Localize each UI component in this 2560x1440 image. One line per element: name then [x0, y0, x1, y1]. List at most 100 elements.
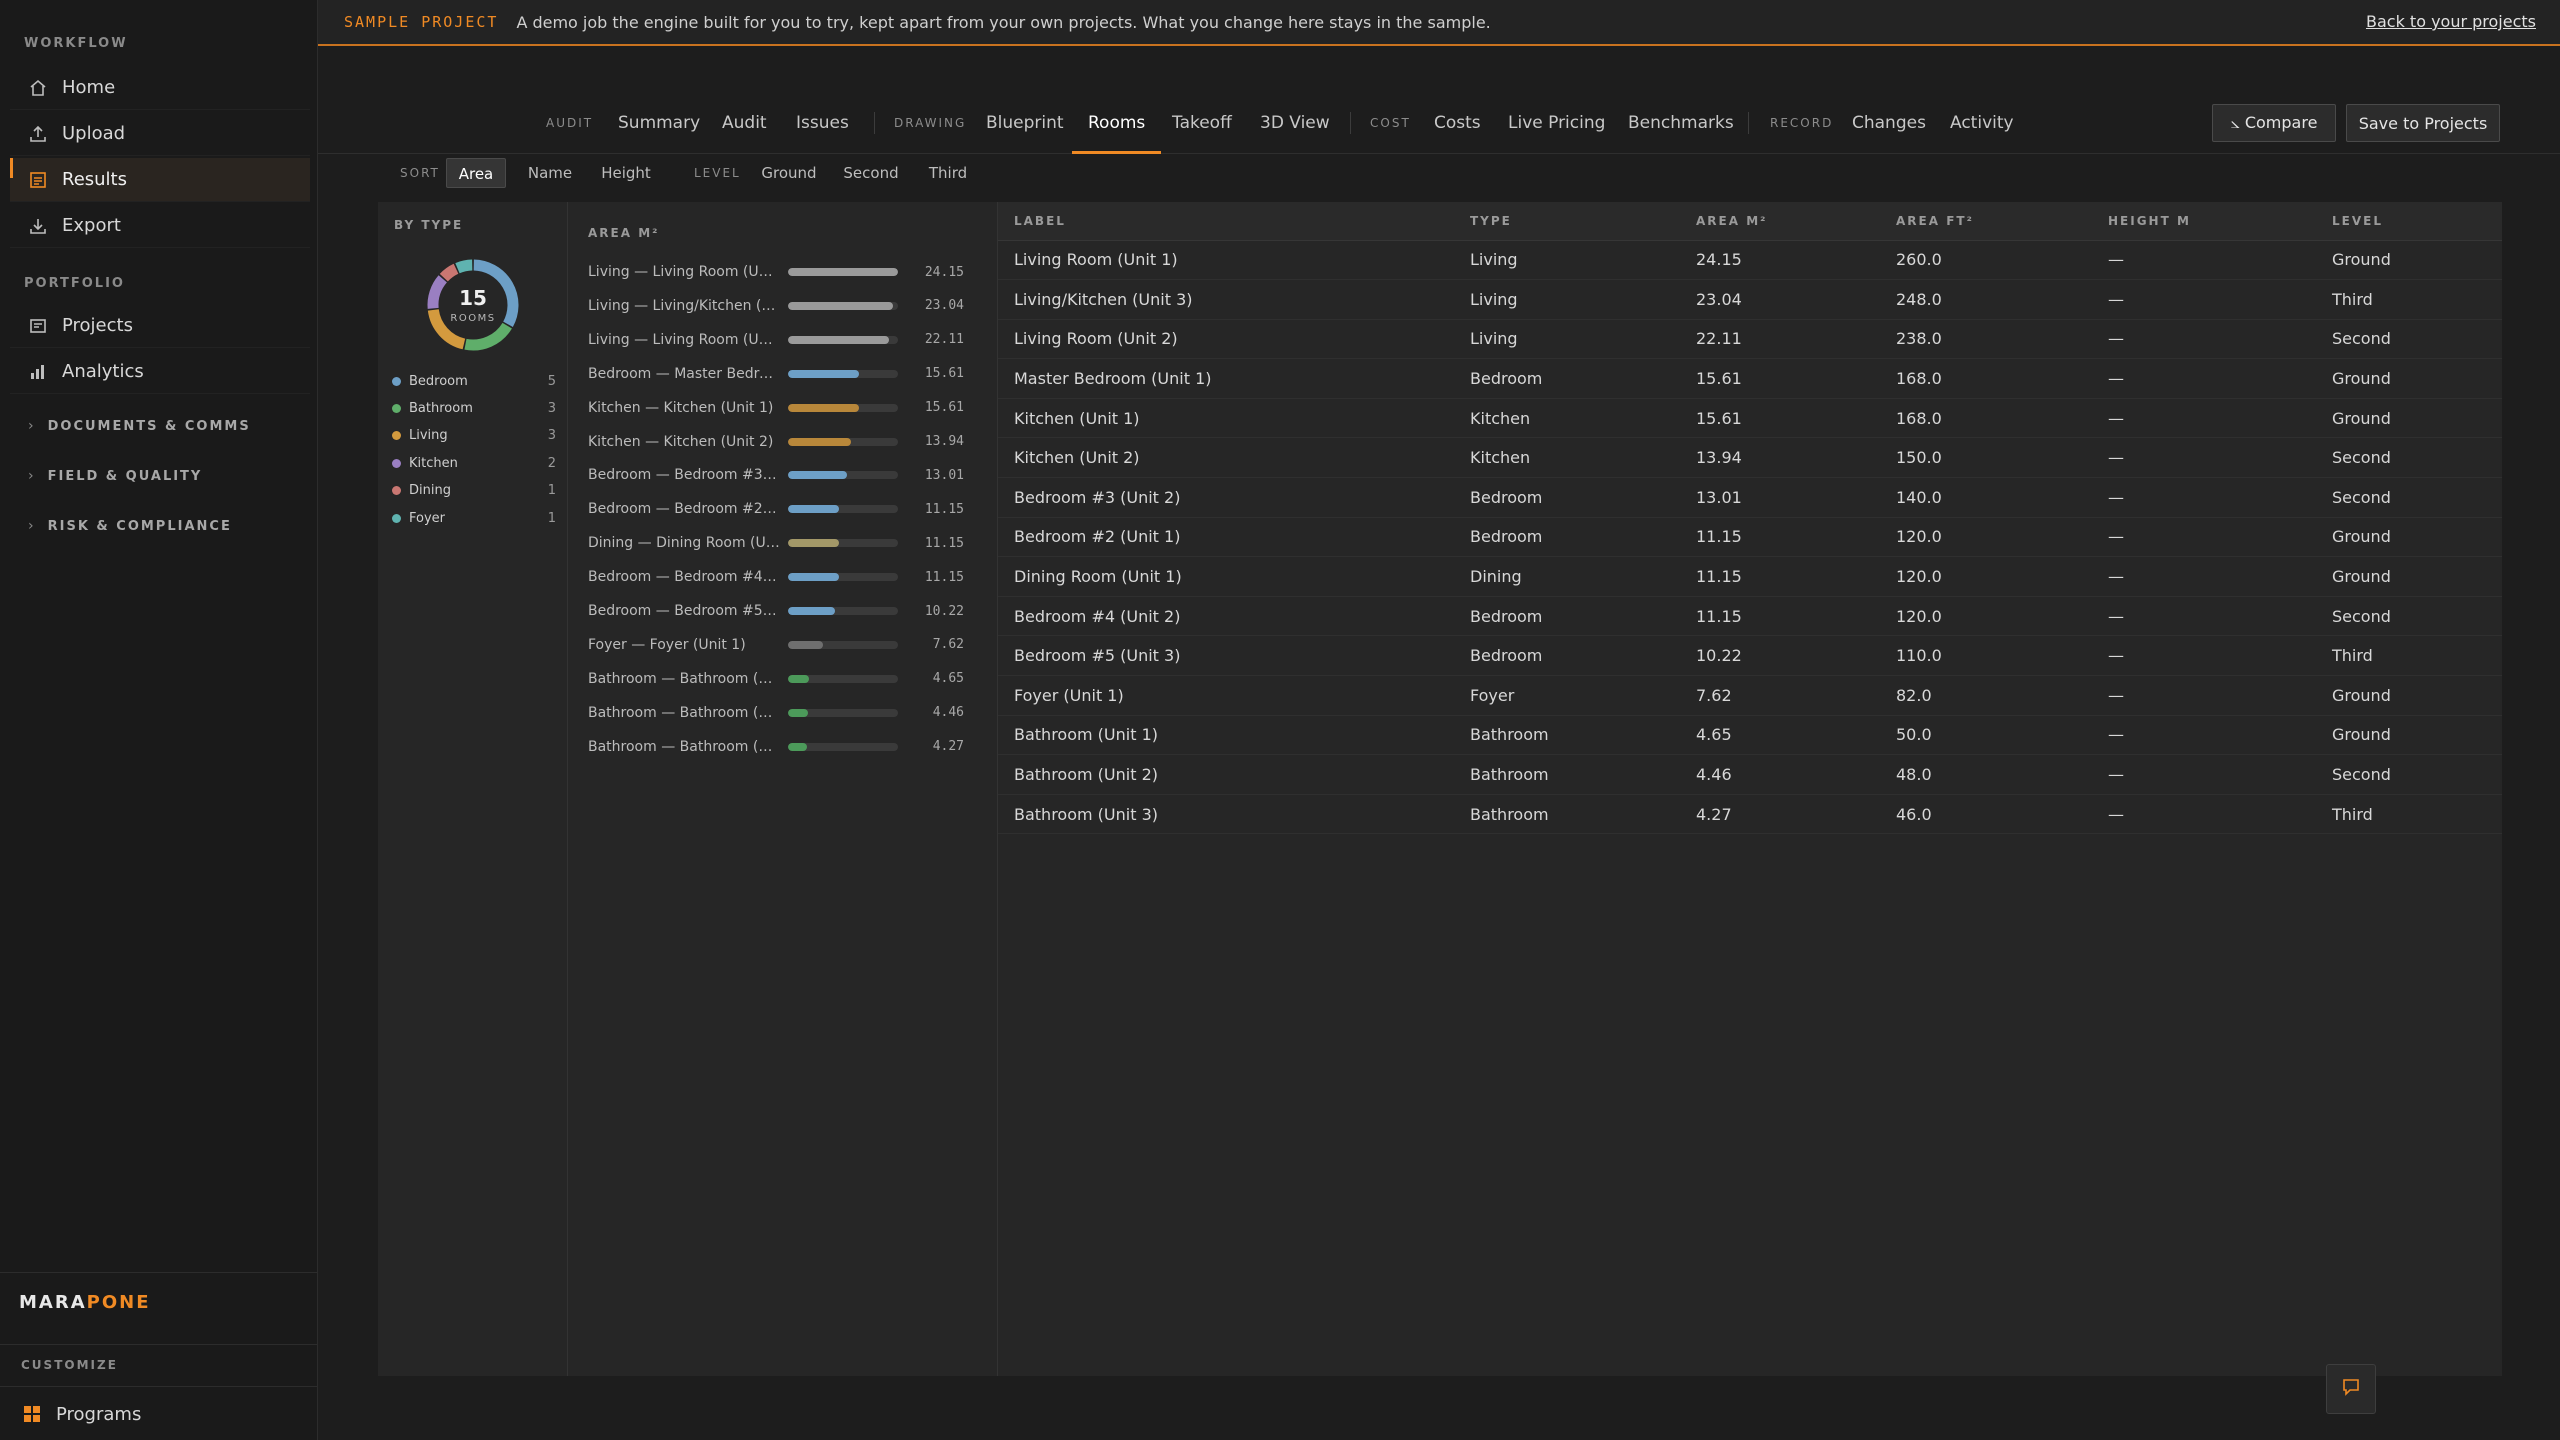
table-cell: Bedroom	[1454, 517, 1680, 558]
area-bar-row: Living — Living/Kitchen (Unit 3) 23.04	[568, 294, 998, 318]
level-third-button[interactable]: Third	[916, 158, 980, 188]
tab-summary[interactable]: Summary	[618, 92, 700, 154]
table-cell: —	[2092, 319, 2316, 360]
sidebar-item-results[interactable]: Results	[10, 158, 310, 202]
rooms-panel: BY TYPE 15 ROOMS Bedroom 5 Bathroom 3 Living…	[378, 202, 2502, 1376]
table-row[interactable]: Bedroom #3 (Unit 2) Bedroom 13.01 140.0— Sec…	[998, 477, 2502, 518]
sidebar-item-programs[interactable]: Programs	[4, 1392, 304, 1436]
donut-segment	[464, 322, 512, 351]
column-header[interactable]: TYPE	[1454, 202, 1680, 241]
table-cell: —	[2092, 675, 2316, 716]
column-header[interactable]: LEVEL	[2316, 202, 2502, 241]
tab-3d-view[interactable]: 3D View	[1260, 92, 1330, 154]
divider	[1350, 112, 1351, 134]
sort-area-button[interactable]: Area	[446, 158, 506, 188]
tab-takeoff[interactable]: Takeoff	[1172, 92, 1232, 154]
table-cell: —	[2092, 517, 2316, 558]
area-bar-track	[788, 674, 898, 683]
table-cell: Bathroom	[1454, 794, 1680, 835]
area-bar-value: 11.15	[924, 501, 964, 517]
table-row[interactable]: Dining Room (Unit 1) Dining 11.15 120.0— Gro…	[998, 556, 2502, 597]
area-bar-label: Bedroom — Master Bedroom (Unit 1)	[588, 365, 780, 382]
legend-count: 3	[547, 428, 556, 444]
table-row[interactable]: Kitchen (Unit 1) Kitchen 15.61 168.0— Ground	[998, 398, 2502, 439]
table-row[interactable]: Bedroom #5 (Unit 3) Bedroom 10.22 110.0— Thi…	[998, 635, 2502, 677]
tab-group-audit: AUDIT	[546, 116, 594, 130]
level-ground-button[interactable]: Ground	[754, 158, 824, 188]
table-cell: —	[2092, 477, 2316, 518]
column-header[interactable]: LABEL	[998, 202, 1454, 241]
column-header[interactable]: AREA M²	[1680, 202, 1880, 241]
sidebar-item-upload[interactable]: Upload	[10, 112, 310, 156]
sidebar-item-projects[interactable]: Projects	[10, 304, 310, 348]
table-row[interactable]: Master Bedroom (Unit 1) Bedroom 15.61 168.0…	[998, 358, 2502, 399]
sort-height-button[interactable]: Height	[594, 158, 658, 188]
area-bar-fill	[788, 573, 839, 582]
compare-button[interactable]: ⦣ Compare	[2212, 104, 2336, 142]
table-cell: Bedroom	[1454, 477, 1680, 518]
tab-live-pricing[interactable]: Live Pricing	[1508, 92, 1605, 154]
table-cell: Kitchen (Unit 2)	[998, 437, 1454, 479]
area-bar-label: Bedroom — Bedroom #5 (Unit 3)	[588, 603, 780, 619]
area-bar-fill	[788, 268, 898, 276]
table-cell: Bedroom #5 (Unit 3)	[998, 635, 1454, 677]
portfolio-section-label: PORTFOLIO	[24, 276, 125, 291]
area-bar-label: Kitchen — Kitchen (Unit 1)	[588, 399, 774, 416]
table-cell: 168.0	[1880, 398, 2092, 439]
level-second-button[interactable]: Second	[836, 158, 906, 188]
column-header[interactable]: HEIGHT M	[2092, 202, 2316, 241]
sidebar-item-export[interactable]: Export	[10, 204, 310, 248]
save-to-projects-button[interactable]: Save to Projects	[2346, 104, 2500, 142]
table-row[interactable]: Bathroom (Unit 3) Bathroom 4.27 46.0— Third	[998, 794, 2502, 835]
tab-rooms[interactable]: Rooms	[1071, 92, 1162, 154]
tab-changes[interactable]: Changes	[1852, 92, 1926, 154]
table-row[interactable]: Living Room (Unit 2) Living 22.11 238.0— Sec…	[998, 319, 2502, 360]
collapsible-field-quality[interactable]: › FIELD & QUALITY	[28, 468, 202, 484]
table-cell: Third	[2316, 794, 2502, 835]
table-cell: 22.11	[1680, 319, 1880, 360]
sidebar-item-analytics[interactable]: Analytics	[10, 350, 310, 394]
table-row[interactable]: Bathroom (Unit 2) Bathroom 4.46 48.0— Second	[998, 754, 2502, 795]
tab-audit[interactable]: Audit	[722, 92, 767, 154]
table-row[interactable]: Kitchen (Unit 2) Kitchen 13.94 150.0— Second	[998, 437, 2502, 479]
sidebar-item-label: Analytics	[62, 361, 144, 382]
rooms-by-type-donut: 15 ROOMS	[427, 259, 519, 351]
banner-text: A demo job the engine built for you to t…	[516, 12, 1491, 32]
sidebar-item-label: Programs	[56, 1403, 142, 1425]
collapsible-documents-comms[interactable]: › DOCUMENTS & COMMS	[28, 418, 251, 434]
table-row[interactable]: Bedroom #4 (Unit 2) Bedroom 11.15 120.0— Sec…	[998, 596, 2502, 637]
sidebar-item-label: Export	[62, 215, 121, 236]
table-row[interactable]: Foyer (Unit 1) Foyer 7.62 82.0— Ground	[998, 675, 2502, 716]
projects-icon	[28, 316, 48, 336]
table-cell: —	[2092, 437, 2316, 479]
area-bar-fill	[788, 403, 860, 412]
table-cell: Foyer (Unit 1)	[998, 675, 1454, 716]
table-row[interactable]: Living Room (Unit 1) Living 24.15 260.0— Gro…	[998, 240, 2502, 281]
donut-segment	[455, 259, 473, 274]
sidebar-item-home[interactable]: Home	[10, 66, 310, 110]
collapsible-risk-compliance[interactable]: › RISK & COMPLIANCE	[28, 518, 232, 534]
table-row[interactable]: Living/Kitchen (Unit 3) Living 23.04 248.0—…	[998, 279, 2502, 320]
chevron-right-icon: ›	[28, 518, 36, 534]
table-cell: 15.61	[1680, 358, 1880, 399]
tab-activity[interactable]: Activity	[1950, 92, 2014, 154]
area-bar-value: 13.01	[924, 467, 964, 483]
table-row[interactable]: Bathroom (Unit 1) Bathroom 4.65 50.0— Ground	[998, 715, 2502, 756]
back-to-projects-link[interactable]: Back to your projects	[2366, 12, 2536, 31]
table-cell: Master Bedroom (Unit 1)	[998, 358, 1454, 399]
legend-count: 1	[547, 483, 556, 499]
tab-costs[interactable]: Costs	[1434, 92, 1481, 154]
tab-bar: AUDIT Summary Audit Issues DRAWING Bluep…	[318, 92, 2560, 154]
area-bar-value: 4.46	[932, 705, 964, 721]
column-header[interactable]: AREA FT²	[1880, 202, 2092, 241]
table-cell: Ground	[2316, 556, 2502, 597]
table-cell: Ground	[2316, 675, 2502, 716]
table-cell: —	[2092, 754, 2316, 795]
area-bar-value: 15.61	[924, 366, 964, 382]
table-row[interactable]: Bedroom #2 (Unit 1) Bedroom 11.15 120.0— Gro…	[998, 517, 2502, 558]
tab-blueprint[interactable]: Blueprint	[986, 92, 1064, 154]
chat-button[interactable]	[2326, 1364, 2376, 1414]
sort-name-button[interactable]: Name	[518, 158, 582, 188]
tab-issues[interactable]: Issues	[796, 92, 849, 154]
tab-benchmarks[interactable]: Benchmarks	[1628, 92, 1734, 154]
